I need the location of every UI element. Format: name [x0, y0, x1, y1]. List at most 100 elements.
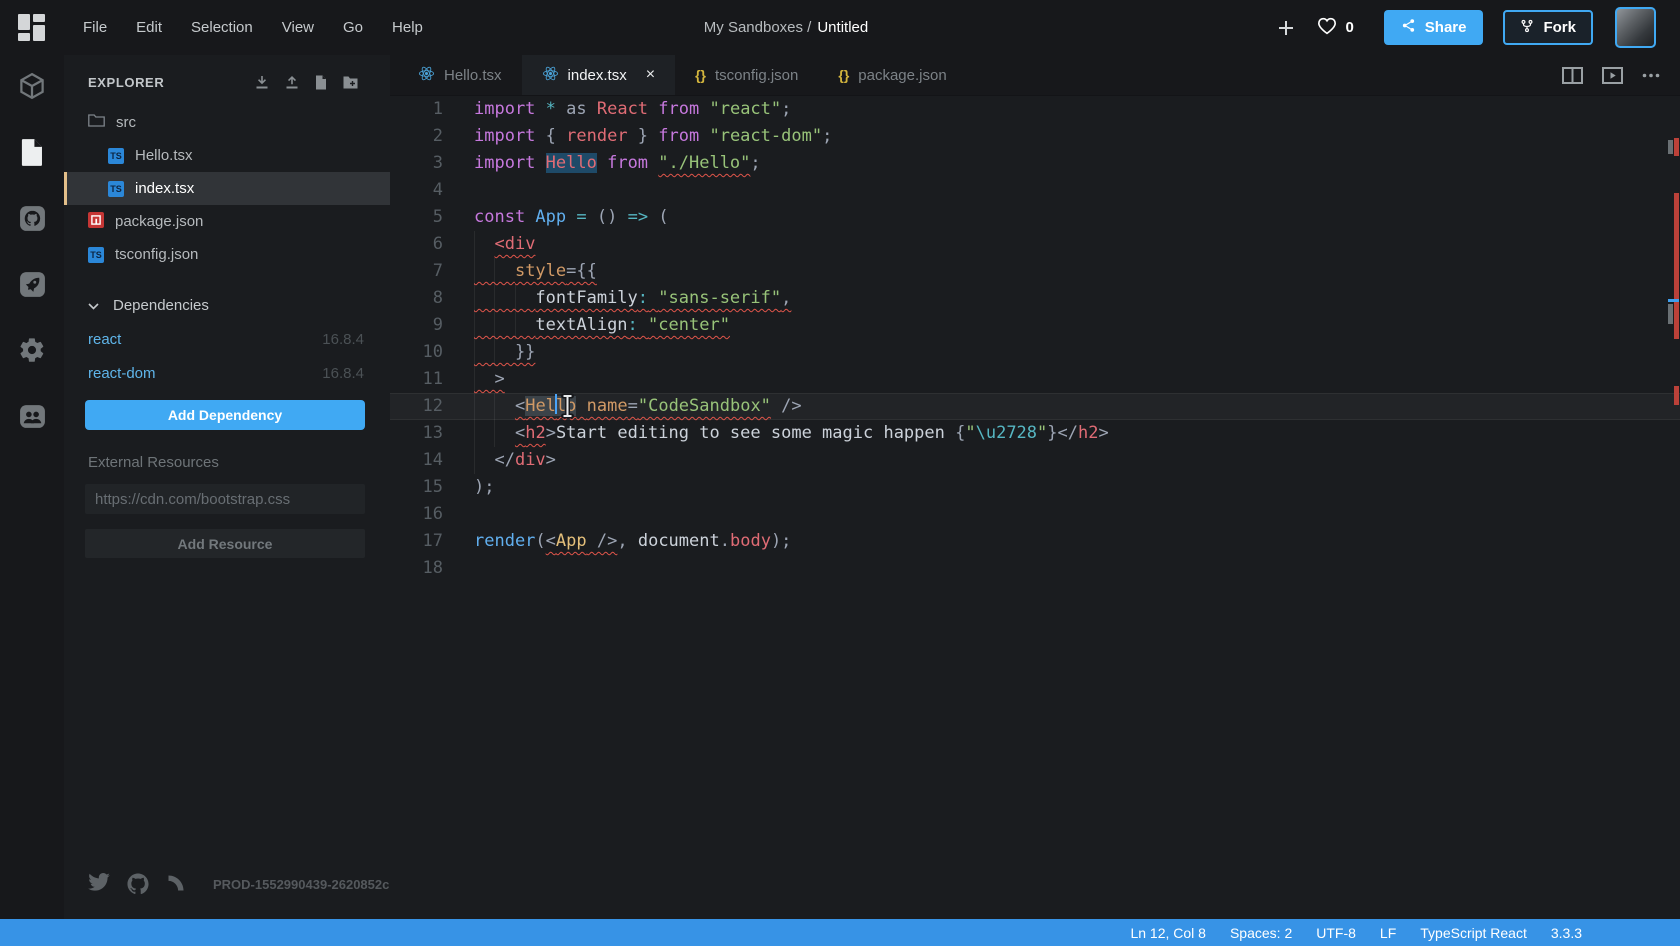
code-line-9[interactable]: 9 textAlign: "center" [390, 312, 1680, 339]
build-id-label: PROD-1552990439-2620852c [213, 877, 389, 892]
users-icon[interactable] [17, 401, 47, 431]
status-ln-12-col-8[interactable]: Ln 12, Col 8 [1130, 925, 1206, 941]
heart-icon [1317, 17, 1337, 39]
line-number: 10 [390, 339, 474, 366]
download-icon[interactable] [255, 75, 269, 90]
avatar[interactable] [1615, 7, 1656, 48]
sandbox-title[interactable]: Untitled [817, 19, 868, 36]
code-line-13[interactable]: 13 <h2>Start editing to see some magic h… [390, 420, 1680, 447]
code-line-content: import Hello from "./Hello"; [474, 150, 1680, 177]
dependency-row: react-dom16.8.4 [64, 356, 390, 390]
code-line-15[interactable]: 15); [390, 474, 1680, 501]
code-line-3[interactable]: 3import Hello from "./Hello"; [390, 150, 1680, 177]
gear-icon[interactable] [17, 335, 47, 365]
dependency-row: react 16.8.4 [64, 322, 390, 356]
close-tab-icon[interactable]: × [646, 67, 655, 83]
status-lf[interactable]: LF [1380, 925, 1396, 941]
likes-count: 0 [1345, 19, 1353, 36]
menu-view[interactable]: View [282, 19, 314, 36]
menu-go[interactable]: Go [343, 19, 363, 36]
code-line-10[interactable]: 10 }} [390, 339, 1680, 366]
new-folder-icon[interactable] [343, 76, 358, 89]
codesandbox-logo-icon[interactable] [18, 14, 45, 41]
code-line-11[interactable]: 11 > [390, 366, 1680, 393]
dependencies-header[interactable]: Dependencies [64, 271, 390, 322]
file-hello-tsx[interactable]: TSHello.tsx [64, 139, 390, 172]
github-small-icon[interactable] [127, 873, 149, 895]
menu-selection[interactable]: Selection [191, 19, 253, 36]
menu-edit[interactable]: Edit [136, 19, 162, 36]
tab-hello-tsx[interactable]: Hello.tsx [398, 55, 522, 95]
line-number: 11 [390, 366, 474, 393]
file-index-tsx[interactable]: TSindex.tsx [64, 172, 390, 205]
external-resource-input[interactable] [85, 484, 365, 514]
rocket-icon[interactable] [17, 269, 47, 299]
status-3-3-3[interactable]: 3.3.3 [1551, 925, 1582, 941]
code-line-16[interactable]: 16 [390, 501, 1680, 528]
menu-file[interactable]: File [83, 19, 107, 36]
folder-icon [88, 114, 105, 131]
code-line-14[interactable]: 14 </div> [390, 447, 1680, 474]
new-sandbox-icon[interactable] [1277, 19, 1295, 37]
tab-label: Hello.tsx [444, 67, 502, 84]
explorer-title: EXPLORER [88, 75, 164, 90]
cube-icon[interactable] [17, 71, 47, 101]
new-file-icon[interactable] [315, 75, 327, 90]
line-number: 14 [390, 447, 474, 474]
file-package-json[interactable]: package.json [64, 205, 390, 238]
code-line-17[interactable]: 17render(<App />, document.body); [390, 528, 1680, 555]
more-icon[interactable] [1642, 73, 1660, 78]
code-line-content [474, 555, 1680, 582]
code-line-1[interactable]: 1import * as React from "react"; [390, 96, 1680, 123]
status-spaces-2[interactable]: Spaces: 2 [1230, 925, 1292, 941]
fork-label: Fork [1543, 19, 1576, 36]
code-line-2[interactable]: 2import { render } from "react-dom"; [390, 123, 1680, 150]
add-resource-button[interactable]: Add Resource [85, 529, 365, 558]
overview-mark-error [1674, 386, 1679, 405]
dependency-name[interactable]: react-dom [88, 365, 156, 382]
code-line-content: <div [474, 231, 1680, 258]
overview-mark-error [1674, 193, 1679, 339]
line-number: 18 [390, 555, 474, 582]
code-line-6[interactable]: 6 <div [390, 231, 1680, 258]
status-typescript-react[interactable]: TypeScript React [1420, 925, 1527, 941]
preview-icon[interactable] [1602, 67, 1623, 84]
code-line-12[interactable]: 12 <Hello name="CodeSandbox" /> [390, 393, 1680, 420]
line-number: 17 [390, 528, 474, 555]
like-button[interactable]: 0 [1317, 17, 1353, 39]
indent-guide [494, 258, 495, 366]
dependency-version: 16.8.4 [322, 331, 364, 348]
code-line-18[interactable]: 18 [390, 555, 1680, 582]
spectrum-icon[interactable] [166, 873, 186, 895]
dependency-name[interactable]: react [88, 331, 121, 348]
file-icon[interactable] [17, 137, 47, 167]
code-line-content: ); [474, 474, 1680, 501]
code-line-content: <Hello name="CodeSandbox" /> [474, 393, 1680, 420]
line-number: 5 [390, 204, 474, 231]
code-area[interactable]: 1import * as React from "react";2import … [390, 96, 1680, 919]
tab-package-json[interactable]: {}package.json [818, 55, 966, 95]
file-tsconfig-json[interactable]: TStsconfig.json [64, 238, 390, 271]
npm-icon [88, 212, 104, 232]
tab-label: index.tsx [568, 67, 627, 84]
add-dependency-button[interactable]: Add Dependency [85, 400, 365, 430]
menu-help[interactable]: Help [392, 19, 423, 36]
split-view-icon[interactable] [1562, 67, 1583, 84]
github-icon[interactable] [17, 203, 47, 233]
code-line-7[interactable]: 7 style={{ [390, 258, 1680, 285]
overview-ruler[interactable] [1668, 96, 1680, 919]
fork-button[interactable]: Fork [1503, 10, 1593, 45]
breadcrumb: My Sandboxes / Untitled [704, 19, 868, 36]
tab-index-tsx[interactable]: index.tsx × [522, 55, 676, 95]
line-number: 13 [390, 420, 474, 447]
code-line-4[interactable]: 4 [390, 177, 1680, 204]
share-button[interactable]: Share [1384, 10, 1484, 45]
file-src[interactable]: src [64, 106, 390, 139]
code-line-5[interactable]: 5const App = () => ( [390, 204, 1680, 231]
code-line-8[interactable]: 8 fontFamily: "sans-serif", [390, 285, 1680, 312]
upload-icon[interactable] [285, 75, 299, 90]
tab-tsconfig-json[interactable]: {}tsconfig.json [675, 55, 818, 95]
twitter-icon[interactable] [88, 873, 110, 895]
breadcrumb-path[interactable]: My Sandboxes / [704, 19, 812, 36]
status-utf-8[interactable]: UTF-8 [1316, 925, 1356, 941]
